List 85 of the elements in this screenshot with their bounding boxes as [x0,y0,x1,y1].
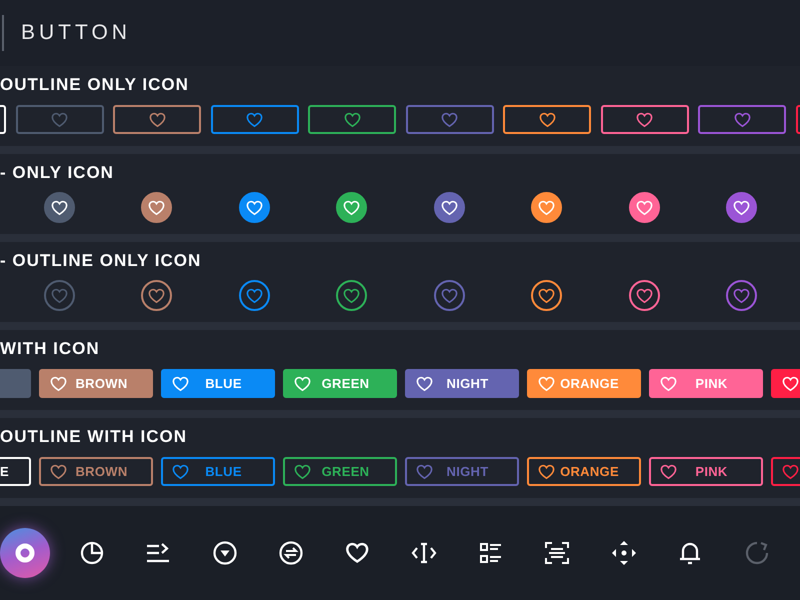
heart-icon [342,198,361,217]
heart-icon [537,374,556,393]
swap-toolbar-button[interactable] [277,539,306,567]
heart-button[interactable] [336,280,367,311]
section-heading: OUTLINE WITH ICON [0,427,188,447]
section-heading: - OUTLINE ONLY ICON [0,251,202,271]
heart-label-button[interactable]: BROWN [39,369,153,398]
heart-icon [732,286,751,305]
section-heading: - ONLY ICON [0,163,115,183]
heart-button[interactable] [726,192,757,223]
heart-icon [732,110,752,129]
scan-icon [544,540,570,566]
heart-icon [440,198,458,217]
heart-label-button[interactable]: PINK [649,457,763,486]
heart-button[interactable] [44,192,74,223]
heart-label-button[interactable]: NIGHT [405,457,519,486]
heart-button[interactable] [628,280,660,311]
heart-icon [171,462,190,481]
heart-icon [293,374,312,393]
spinner-icon [744,540,770,566]
heart-button[interactable] [600,105,688,134]
page-title: BUTTON [21,21,131,45]
text-cursor-icon [411,540,438,566]
heart-icon [49,374,68,393]
heart-icon [781,374,800,393]
swap-icon [278,540,304,566]
heart-icon [293,462,312,481]
heart-icon [171,374,190,393]
pie-chart-icon [78,540,105,566]
heart-icon [440,110,459,129]
dropdown-icon [212,540,238,566]
heart-label-button[interactable]: PINK [649,369,763,398]
heart-icon [50,110,69,129]
heart-icon [415,374,434,393]
heart-icon [244,286,264,305]
heart-label-button[interactable]: BLUE [161,457,275,486]
heart-icon [659,462,678,481]
heart-label-button[interactable]: ORANGE [527,457,641,486]
heart-label-button[interactable]: ORANGE [527,369,641,398]
heart-button[interactable] [503,105,591,134]
heart-label-button[interactable]: NIGHT [405,369,519,398]
heart-icon [344,540,371,566]
dropdown-toolbar-button[interactable] [210,539,239,567]
heart-icon [659,374,678,393]
list-icon [478,540,504,566]
heart-label-button[interactable]: E [0,457,31,486]
heart-button[interactable] [531,280,562,311]
heart-icon [634,198,654,217]
heart-icon [147,198,166,217]
heart-icon [415,462,434,481]
heart-label-button[interactable]: GREEN [283,457,397,486]
heart-icon [342,110,362,129]
heart-icon [147,286,166,305]
move-icon [610,540,637,566]
section-heading: WITH ICON [0,339,101,359]
heart-label-button[interactable]: BLUE [161,369,275,398]
move-toolbar-button[interactable] [610,539,638,567]
heart-icon [537,286,556,305]
heart-icon [537,198,556,217]
heart-icon [49,462,68,481]
heart-button[interactable] [238,192,270,223]
heart-label-button[interactable]: BROWN [39,457,153,486]
heart-label-button[interactable]: GREEN [283,369,397,398]
heart-icon [537,462,556,481]
heart-icon [244,198,264,217]
heart-icon [440,286,458,305]
heart-icon [148,110,166,129]
heart-icon [634,286,654,305]
heart-icon [245,110,264,129]
heart-button[interactable] [308,105,396,134]
ring-toolbar-button[interactable] [0,528,50,578]
heart-button[interactable] [628,192,660,223]
heart-icon [50,198,68,217]
heart-icon [50,286,68,305]
heart-icon [732,198,751,217]
heart-button[interactable] [141,192,172,223]
section-heading: OUTLINE ONLY ICON [0,75,190,95]
heart-button[interactable] [434,192,464,223]
heart-icon [635,110,654,129]
heart-icon [342,286,361,305]
heart-icon [538,110,556,129]
scan-toolbar-button[interactable] [543,539,572,567]
heart-icon [781,462,800,481]
heart-button[interactable] [531,192,562,223]
heart-button[interactable] [336,192,367,223]
